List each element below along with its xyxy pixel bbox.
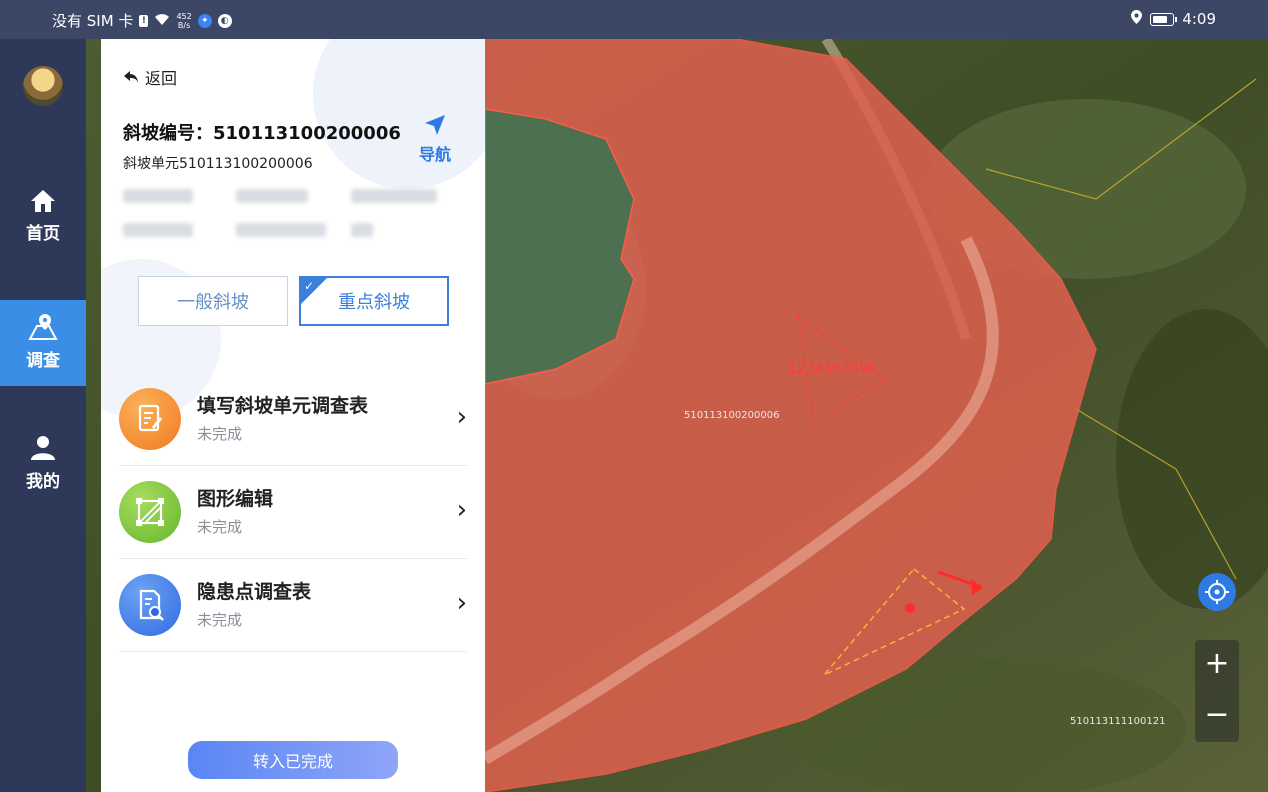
polygon-label: 510113100200006 xyxy=(684,410,780,421)
slope-title: 斜坡编号：510113100200006 xyxy=(123,123,401,144)
check-icon: ✓ xyxy=(304,279,315,293)
segment-key-slope[interactable]: ✓ 重点斜坡 xyxy=(299,276,449,326)
navigate-label: 导航 xyxy=(418,145,451,164)
button-label: 转入已完成 xyxy=(252,752,333,771)
nav-item-profile[interactable]: 我的 xyxy=(0,435,86,521)
user-icon xyxy=(31,436,55,460)
map-survey-icon xyxy=(28,314,58,340)
navigation-arrow-icon xyxy=(425,115,445,135)
nav-label: 调查 xyxy=(26,351,60,371)
task-title: 填写斜坡单元调查表 xyxy=(197,395,369,417)
task-title: 隐患点调查表 xyxy=(197,581,312,603)
corner-label: 510113111100121 xyxy=(1070,716,1166,727)
segment-label: 一般斜坡 xyxy=(177,292,249,313)
redacted-info xyxy=(351,189,437,203)
avatar[interactable] xyxy=(23,66,63,106)
doc-search-icon xyxy=(119,574,181,636)
task-item-slope-form[interactable]: 填写斜坡单元调查表 未完成 › xyxy=(119,373,467,466)
crosshair-icon xyxy=(1205,580,1229,604)
back-label: 返回 xyxy=(145,69,178,88)
navigate-button[interactable]: 导航 xyxy=(413,113,457,165)
status-bar: 没有 SIM 卡 ! 452 B/s ✦ ◐ 4:09 xyxy=(0,0,1268,39)
slope-unit: 斜坡单元510113100200006 xyxy=(123,156,313,172)
chevron-right-icon: › xyxy=(456,495,467,525)
battery-icon xyxy=(1150,12,1178,26)
decor-circle xyxy=(313,39,485,189)
task-item-shape-edit[interactable]: 图形编辑 未完成 › xyxy=(119,466,467,559)
slope-detail-panel: 返回 斜坡编号：510113100200006 斜坡单元510113100200… xyxy=(101,39,485,792)
zoom-out-button[interactable]: − xyxy=(1195,691,1239,742)
zoom-control: + − xyxy=(1195,640,1239,742)
net-speed: 452 B/s xyxy=(176,12,191,30)
nav-item-home[interactable]: 首页 xyxy=(0,189,86,275)
net-speed-unit: B/s xyxy=(177,20,191,30)
task-status: 未完成 xyxy=(197,518,243,536)
move-to-completed-button[interactable]: 转入已完成 xyxy=(188,741,398,779)
task-title: 图形编辑 xyxy=(197,488,274,510)
form-edit-icon xyxy=(119,388,181,450)
nav-label: 我的 xyxy=(26,472,60,492)
chevron-right-icon: › xyxy=(456,588,467,618)
locate-button[interactable] xyxy=(1198,573,1236,611)
redacted-info xyxy=(123,223,193,237)
back-button[interactable]: 返回 xyxy=(123,65,177,89)
redacted-info xyxy=(236,189,308,203)
sim-alert-icon: ! xyxy=(139,14,149,27)
nav-rail: 首页 调查 我的 xyxy=(0,39,86,792)
shape-edit-icon xyxy=(119,481,181,543)
task-status: 未完成 xyxy=(197,611,243,629)
chevron-right-icon: › xyxy=(456,402,467,432)
task-item-hazard-form[interactable]: 隐患点调查表 未完成 › xyxy=(119,559,467,652)
wifi-icon xyxy=(154,12,170,30)
location-icon xyxy=(1131,10,1143,28)
nav-label: 首页 xyxy=(26,224,60,244)
triangle-label: 1234567890 xyxy=(788,361,878,377)
segment-general-slope[interactable]: 一般斜坡 xyxy=(138,276,288,326)
zoom-in-button[interactable]: + xyxy=(1195,640,1239,691)
task-status: 未完成 xyxy=(197,425,243,443)
app-icon: ◐ xyxy=(217,13,232,28)
back-arrow-icon xyxy=(124,71,138,83)
clock: 4:09 xyxy=(1182,10,1216,28)
nav-item-survey[interactable]: 调查 xyxy=(0,300,86,386)
redacted-info xyxy=(351,223,373,237)
segment-label: 重点斜坡 xyxy=(338,292,410,313)
net-speed-value: 452 xyxy=(176,11,192,21)
redacted-info xyxy=(236,223,326,237)
redacted-info xyxy=(123,189,193,203)
carrier-text: 没有 SIM 卡 xyxy=(52,12,134,30)
home-icon xyxy=(31,190,55,212)
bulb-icon: ✦ xyxy=(197,13,212,28)
